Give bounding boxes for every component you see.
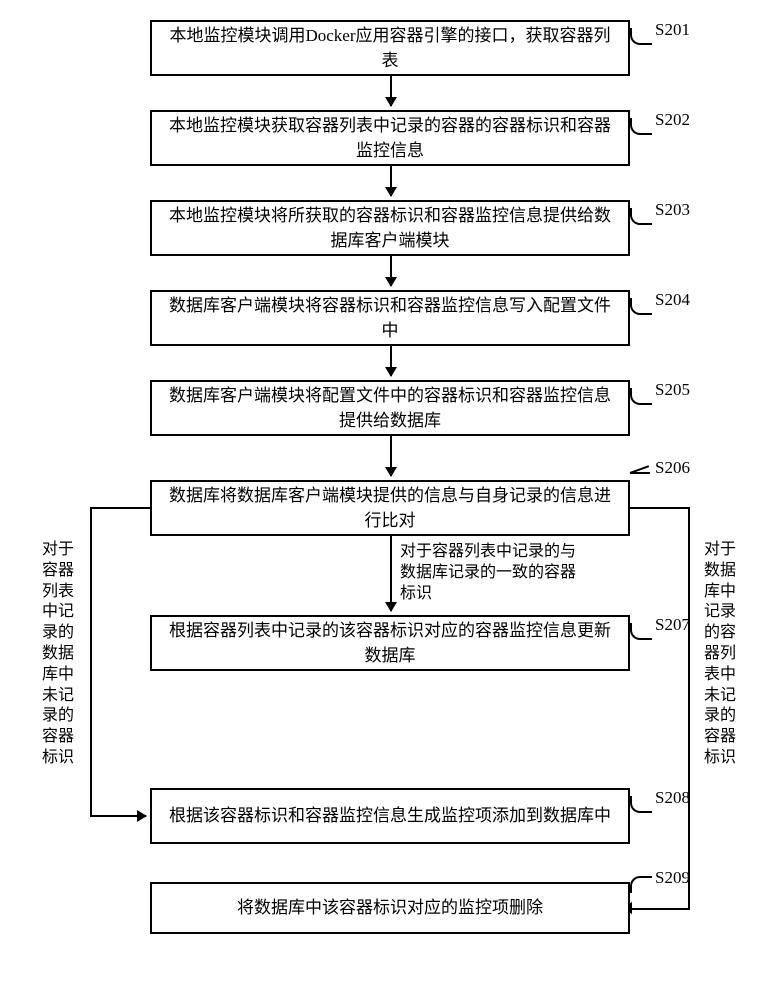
branch-line [90, 507, 92, 817]
step-text: 根据该容器标识和容器监控信息生成监控项添加到数据库中 [169, 803, 611, 829]
left-edge-label: 对于容器列表中记录的数据库中未记录的容器标识 [40, 540, 76, 769]
label-connector [630, 876, 652, 893]
mid-edge-label: 对于容器列表中记录的与数据库记录的一致的容器标识 [400, 542, 580, 604]
label-connector [630, 118, 652, 135]
label-connector [630, 796, 652, 813]
step-label-s205: S205 [655, 380, 690, 400]
step-text: 将数据库中该容器标识对应的监控项删除 [237, 895, 543, 921]
arrow [390, 76, 392, 106]
branch-line [688, 507, 690, 910]
flowchart-container: 本地监控模块调用Docker应用容器引擎的接口，获取容器列表 S201 本地监控… [20, 20, 754, 980]
branch-line [630, 507, 690, 509]
branch-line [630, 908, 690, 910]
step-text: 数据库客户端模块将配置文件中的容器标识和容器监控信息提供给数据库 [164, 383, 616, 434]
step-label-s204: S204 [655, 290, 690, 310]
branch-line [90, 507, 150, 509]
label-connector [630, 28, 652, 45]
step-box-s202: 本地监控模块获取容器列表中记录的容器的容器标识和容器监控信息 [150, 110, 630, 166]
step-box-s204: 数据库客户端模块将容器标识和容器监控信息写入配置文件中 [150, 290, 630, 346]
step-text: 本地监控模块获取容器列表中记录的容器的容器标识和容器监控信息 [164, 113, 616, 164]
label-connector [630, 388, 652, 405]
step-label-s203: S203 [655, 200, 690, 220]
step-box-s209: 将数据库中该容器标识对应的监控项删除 [150, 882, 630, 934]
label-connector [630, 623, 652, 640]
arrow [390, 436, 392, 476]
step-label-s207: S207 [655, 615, 690, 635]
step-label-s208: S208 [655, 788, 690, 808]
arrow [390, 256, 392, 286]
step-box-s208: 根据该容器标识和容器监控信息生成监控项添加到数据库中 [150, 788, 630, 844]
step-box-s207: 根据容器列表中记录的该容器标识对应的容器监控信息更新数据库 [150, 615, 630, 671]
arrow [390, 166, 392, 196]
step-box-s203: 本地监控模块将所获取的容器标识和容器监控信息提供给数据库客户端模块 [150, 200, 630, 256]
step-label-s201: S201 [655, 20, 690, 40]
step-label-s209: S209 [655, 868, 690, 888]
step-label-s202: S202 [655, 110, 690, 130]
step-text: 数据库将数据库客户端模块提供的信息与自身记录的信息进行比对 [164, 483, 616, 534]
step-box-s206: 数据库将数据库客户端模块提供的信息与自身记录的信息进行比对 [150, 480, 630, 536]
step-text: 本地监控模块将所获取的容器标识和容器监控信息提供给数据库客户端模块 [164, 203, 616, 254]
arrow [390, 346, 392, 376]
step-box-s201: 本地监控模块调用Docker应用容器引擎的接口，获取容器列表 [150, 20, 630, 76]
step-box-s205: 数据库客户端模块将配置文件中的容器标识和容器监控信息提供给数据库 [150, 380, 630, 436]
step-text: 根据容器列表中记录的该容器标识对应的容器监控信息更新数据库 [164, 618, 616, 669]
arrow [390, 536, 392, 611]
right-edge-label: 对于数据库中记录的容器列表中未记录的容器标识 [702, 540, 738, 769]
step-label-s206: S206 [655, 458, 690, 478]
step-text: 本地监控模块调用Docker应用容器引擎的接口，获取容器列表 [164, 23, 616, 74]
label-connector [630, 208, 652, 225]
arrow [90, 815, 146, 817]
step-text: 数据库客户端模块将容器标识和容器监控信息写入配置文件中 [164, 293, 616, 344]
label-connector [630, 298, 652, 315]
label-connector [630, 472, 650, 489]
